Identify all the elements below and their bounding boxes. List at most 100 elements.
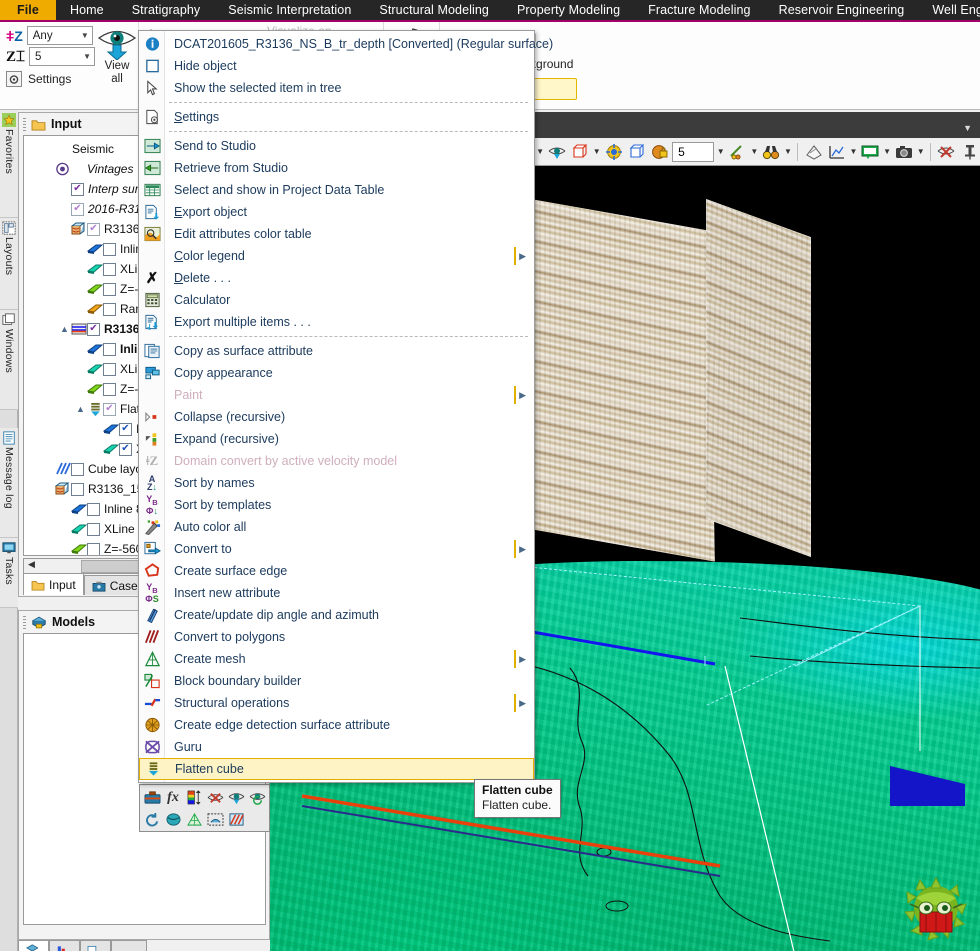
tree-checkbox[interactable]	[87, 222, 100, 236]
context-menu-item[interactable]: Create surface edge	[139, 560, 534, 582]
context-menu-item[interactable]: Create edge detection surface attribute	[139, 714, 534, 736]
context-menu-item[interactable]: Convert to ▶	[139, 538, 534, 560]
domain-combo[interactable]: Any ▼	[26, 26, 93, 45]
tree-twisty[interactable]: ▲	[76, 404, 87, 414]
chevron-down-icon[interactable]: ▼	[883, 147, 892, 156]
measure-icon[interactable]	[727, 140, 748, 164]
context-menu-item[interactable]: Structural operations ▶	[139, 692, 534, 714]
context-menu-item[interactable]: Collapse (recursive)	[139, 406, 534, 428]
chevron-down-icon[interactable]: ▼	[916, 147, 925, 156]
ribbon-tab-fracture-modeling[interactable]: Fracture Modeling	[634, 0, 764, 20]
chevron-down-icon[interactable]: ▼	[750, 147, 759, 156]
ribbon-tab-reservoir-engineering[interactable]: Reservoir Engineering	[765, 0, 919, 20]
tree-checkbox[interactable]	[103, 382, 116, 396]
tree-checkbox[interactable]	[103, 302, 116, 316]
tree-checkbox[interactable]	[103, 362, 116, 376]
tree-checkbox[interactable]	[119, 422, 132, 436]
tree-checkbox[interactable]	[103, 262, 116, 276]
bounding-box-icon[interactable]	[569, 140, 590, 164]
ribbon-tab-stratigraphy[interactable]: Stratigraphy	[118, 0, 215, 20]
chevron-down-icon[interactable]: ▼	[849, 147, 858, 156]
tree-checkbox[interactable]	[71, 462, 84, 476]
compass-widget[interactable]	[900, 874, 972, 946]
context-menu-item[interactable]: YB ΦS Insert new attribute	[139, 582, 534, 604]
chevron-down-icon[interactable]: ▼	[963, 123, 972, 133]
hide-all-icon[interactable]	[205, 787, 225, 808]
context-menu-item[interactable]: Expand (recursive)	[139, 428, 534, 450]
models-bottom-tab-4[interactable]	[111, 940, 147, 951]
context-menu-item[interactable]: Retrieve from Studio	[139, 157, 534, 179]
attribute-icon[interactable]	[226, 809, 246, 830]
tree-twisty[interactable]: ▲	[60, 324, 71, 334]
mesh-icon[interactable]	[184, 809, 204, 830]
vdock-tab-tasks[interactable]: Tasks	[0, 538, 18, 608]
refresh-view-icon[interactable]	[247, 787, 267, 808]
tree-checkbox[interactable]	[103, 242, 116, 256]
camera-icon[interactable]	[893, 140, 914, 164]
tree-checkbox[interactable]	[71, 202, 84, 216]
vdock-tab-favorites[interactable]: Favorites	[0, 110, 18, 218]
ribbon-tab-property-modeling[interactable]: Property Modeling	[503, 0, 634, 20]
context-menu-item[interactable]: Copy as surface attribute	[139, 340, 534, 362]
chevron-down-icon[interactable]: ▼	[716, 147, 725, 156]
ribbon-tab-structural-modeling[interactable]: Structural Modeling	[365, 0, 503, 20]
context-menu-item[interactable]: A Z↓ Sort by names	[139, 472, 534, 494]
axis-icon[interactable]	[826, 140, 847, 164]
context-menu-item[interactable]: Paint ▶	[139, 384, 534, 406]
context-menu-item[interactable]: Export multiple items . . .	[139, 311, 534, 333]
context-menu-item[interactable]: Convert to polygons	[139, 626, 534, 648]
context-menu-item[interactable]: Auto color all	[139, 516, 534, 538]
ribbon-tab-file[interactable]: File	[0, 0, 56, 20]
context-menu-item[interactable]: Export object	[139, 201, 534, 223]
ribbon-tab-well-engineering[interactable]: Well Eng	[918, 0, 980, 20]
view-count-input[interactable]: 5	[672, 141, 715, 162]
context-menu-item[interactable]: Copy appearance	[139, 362, 534, 384]
ribbon-tab-home[interactable]: Home	[56, 0, 118, 20]
toolbox-icon[interactable]	[142, 787, 162, 808]
z-combo[interactable]: 5 ▼	[29, 47, 96, 66]
cube-icon[interactable]	[626, 140, 647, 164]
tree-checkbox[interactable]	[103, 282, 116, 296]
tree-checkbox[interactable]	[71, 482, 84, 496]
color-scale-icon[interactable]	[184, 787, 204, 808]
vdock-tab-layouts[interactable]: Layouts	[0, 218, 18, 310]
show-all-icon[interactable]	[226, 787, 246, 808]
context-menu-item[interactable]: Calculator	[139, 289, 534, 311]
chevron-down-icon[interactable]: ▼	[784, 147, 793, 156]
lock-settings-icon[interactable]	[649, 140, 670, 164]
background-toggle-icon[interactable]	[803, 140, 824, 164]
tree-checkbox[interactable]	[87, 542, 100, 555]
context-menu-item[interactable]: YB Φ↓ Sort by templates	[139, 494, 534, 516]
function-icon[interactable]: fx	[163, 787, 183, 808]
settings-button[interactable]: Settings	[6, 71, 95, 87]
select-region-icon[interactable]	[205, 809, 225, 830]
annotation-icon[interactable]	[860, 140, 881, 164]
context-menu-item[interactable]: Color legend ▶	[139, 245, 534, 267]
scroll-left-icon[interactable]: ◀	[24, 559, 39, 573]
context-menu-item[interactable]: Edit attributes color table	[139, 223, 534, 245]
tree-checkbox[interactable]	[71, 182, 84, 196]
context-menu-item[interactable]: Show the selected item in tree	[139, 77, 534, 99]
context-menu-item[interactable]: Settings	[139, 106, 534, 128]
context-menu-item[interactable]: Hide object	[139, 55, 534, 77]
tree-checkbox[interactable]	[87, 322, 100, 336]
tree-checkbox[interactable]	[103, 402, 116, 416]
center-target-icon[interactable]	[603, 140, 624, 164]
ribbon-tab-seismic-interpretation[interactable]: Seismic Interpretation	[214, 0, 365, 20]
chevron-down-icon[interactable]: ▼	[536, 147, 545, 156]
vdock-tab-message-log[interactable]: Message log	[0, 428, 18, 538]
eye-display-icon[interactable]	[546, 140, 567, 164]
tree-checkbox[interactable]	[119, 442, 132, 456]
surface-icon[interactable]	[163, 809, 183, 830]
context-menu-item[interactable]: Create mesh ▶	[139, 648, 534, 670]
reload-icon[interactable]	[142, 809, 162, 830]
view-all-button[interactable]: View all	[95, 24, 139, 86]
context-menu-item[interactable]: Guru	[139, 736, 534, 758]
context-menu-item[interactable]: Flatten cube	[139, 758, 534, 780]
panel-tab-input[interactable]: Input	[23, 573, 84, 595]
surface-context-menu[interactable]: DCAT201605_R3136_NS_B_tr_depth [Converte…	[138, 30, 553, 783]
context-menu-item[interactable]: ✗ Delete . . .	[139, 267, 534, 289]
pin-icon[interactable]	[959, 140, 980, 164]
models-bottom-tab-3[interactable]	[80, 940, 111, 951]
clear-display-icon[interactable]	[936, 140, 957, 164]
